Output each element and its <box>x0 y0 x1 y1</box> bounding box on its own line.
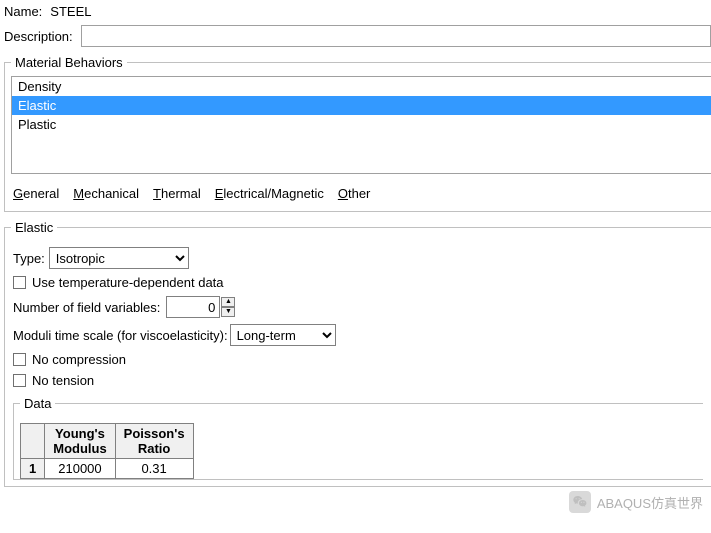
cell-poissons-ratio[interactable]: 0.31 <box>115 459 193 479</box>
material-behaviors-legend: Material Behaviors <box>11 55 127 70</box>
wechat-icon <box>569 491 591 513</box>
name-label: Name: <box>4 4 42 19</box>
data-legend: Data <box>20 396 55 411</box>
no-tension-label: No tension <box>32 373 94 388</box>
behavior-list[interactable]: Density Elastic Plastic <box>11 76 711 174</box>
menu-other[interactable]: Other <box>338 186 371 201</box>
table-row[interactable]: 1 210000 0.31 <box>21 459 194 479</box>
data-table[interactable]: Young's Modulus Poisson's Ratio 1 210000… <box>20 423 194 479</box>
nfv-spin-up[interactable]: ▲ <box>221 297 235 307</box>
material-menu-bar: General Mechanical Thermal Electrical/Ma… <box>5 180 711 211</box>
name-row: Name: STEEL <box>4 4 711 19</box>
description-label: Description: <box>4 29 73 44</box>
moduli-select[interactable]: Long-term <box>230 324 336 346</box>
no-compression-label: No compression <box>32 352 126 367</box>
menu-electrical[interactable]: Electrical/Magnetic <box>215 186 324 201</box>
menu-general[interactable]: General <box>13 186 59 201</box>
row-number: 1 <box>21 459 45 479</box>
moduli-label: Moduli time scale (for viscoelasticity): <box>13 328 228 343</box>
rownum-header <box>21 424 45 459</box>
type-select[interactable]: Isotropic <box>49 247 189 269</box>
elastic-legend: Elastic <box>11 220 57 235</box>
col-youngs-modulus: Young's Modulus <box>45 424 115 459</box>
nfv-input[interactable] <box>166 296 220 318</box>
no-tension-row[interactable]: No tension <box>13 373 703 388</box>
no-compression-checkbox[interactable] <box>13 353 26 366</box>
temp-dep-checkbox[interactable] <box>13 276 26 289</box>
material-behaviors-group: Material Behaviors Density Elastic Plast… <box>4 55 711 212</box>
temp-dep-row[interactable]: Use temperature-dependent data <box>13 275 703 290</box>
watermark-text: ABAQUS仿真世界 <box>597 493 703 512</box>
temp-dep-label: Use temperature-dependent data <box>32 275 224 290</box>
type-row: Type: Isotropic <box>13 247 703 269</box>
data-group: Data Young's Modulus Poisson's Ratio 1 2… <box>13 396 703 480</box>
name-value: STEEL <box>50 4 91 19</box>
no-compression-row[interactable]: No compression <box>13 352 703 367</box>
behavior-item-density[interactable]: Density <box>12 77 711 96</box>
moduli-row: Moduli time scale (for viscoelasticity):… <box>13 324 703 346</box>
nfv-label: Number of field variables: <box>13 300 160 315</box>
col-poissons-ratio: Poisson's Ratio <box>115 424 193 459</box>
menu-thermal[interactable]: Thermal <box>153 186 201 201</box>
nfv-spinner[interactable]: ▲ ▼ <box>221 297 235 317</box>
behavior-item-plastic[interactable]: Plastic <box>12 115 711 134</box>
elastic-group: Elastic Type: Isotropic Use temperature-… <box>4 220 711 487</box>
table-header-row: Young's Modulus Poisson's Ratio <box>21 424 194 459</box>
nfv-spin-down[interactable]: ▼ <box>221 307 235 317</box>
cell-youngs-modulus[interactable]: 210000 <box>45 459 115 479</box>
description-input[interactable] <box>81 25 711 47</box>
watermark: ABAQUS仿真世界 <box>569 491 703 513</box>
type-label: Type: <box>13 251 45 266</box>
nfv-row: Number of field variables: ▲ ▼ <box>13 296 703 318</box>
no-tension-checkbox[interactable] <box>13 374 26 387</box>
behavior-item-elastic[interactable]: Elastic <box>12 96 711 115</box>
menu-mechanical[interactable]: Mechanical <box>73 186 139 201</box>
description-row: Description: <box>4 25 711 47</box>
